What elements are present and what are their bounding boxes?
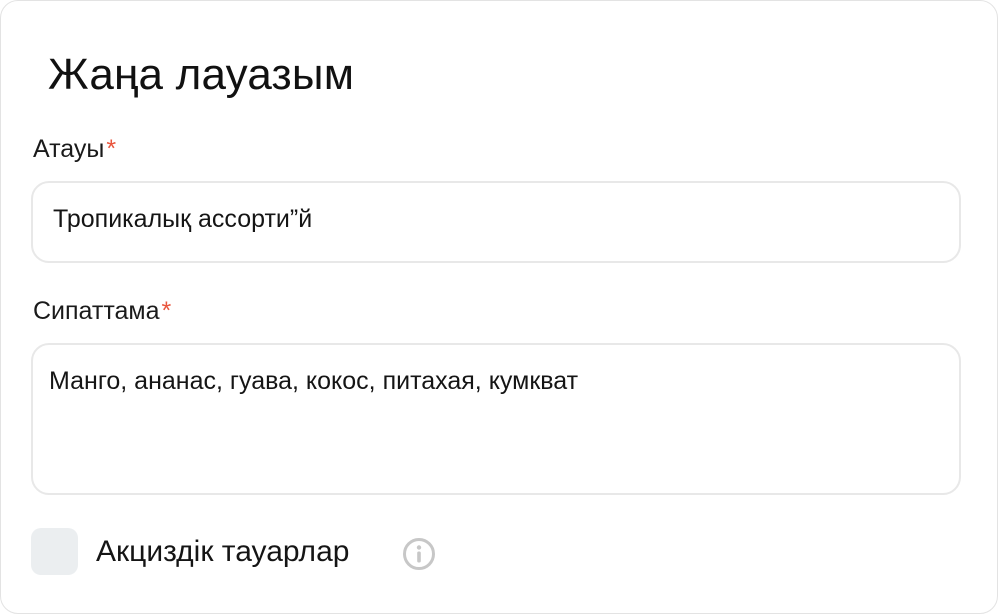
excise-goods-checkbox[interactable] — [31, 528, 78, 575]
name-input-value: Тропикалық ассорти”й — [53, 205, 313, 233]
required-asterisk: * — [106, 135, 117, 163]
required-asterisk: * — [161, 297, 172, 325]
description-textarea-value: Манго, ананас, гуава, кокос, питахая, ку… — [49, 367, 579, 395]
description-label: Сипаттама* — [33, 295, 171, 327]
excise-goods-label: Акциздік тауарлар — [96, 535, 350, 568]
name-input[interactable]: Тропикалық ассорти”й — [31, 181, 961, 263]
name-label-text: Атауы — [33, 135, 105, 163]
info-icon[interactable] — [402, 537, 436, 571]
description-textarea[interactable]: Манго, ананас, гуава, кокос, питахая, ку… — [31, 343, 961, 495]
description-label-text: Сипаттама — [33, 297, 160, 325]
name-label: Атауы* — [33, 133, 116, 165]
new-position-form: Жаңа лауазым Атауы* Тропикалық ассорти”й… — [0, 0, 998, 614]
page-title: Жаңа лауазым — [48, 50, 355, 99]
